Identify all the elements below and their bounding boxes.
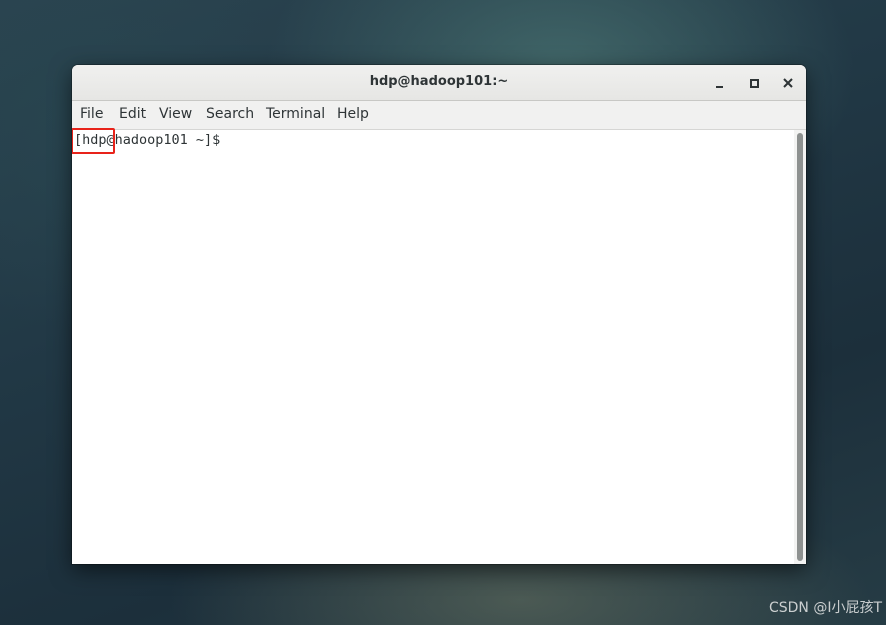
menu-help[interactable]: Help <box>337 106 369 122</box>
menu-edit[interactable]: Edit <box>119 106 146 122</box>
close-icon <box>783 78 793 88</box>
scrollbar[interactable] <box>794 130 806 564</box>
terminal-window: hdp@hadoop101:~ File Edit View Search Te… <box>72 65 806 564</box>
shell-prompt: [hdp@hadoop101 ~]$ <box>74 132 221 148</box>
menu-file[interactable]: File <box>80 106 103 122</box>
window-title: hdp@hadoop101:~ <box>369 74 509 89</box>
scrollbar-thumb[interactable] <box>797 133 803 561</box>
menu-search[interactable]: Search <box>206 106 254 122</box>
maximize-button[interactable] <box>744 73 764 93</box>
menu-terminal[interactable]: Terminal <box>266 106 325 122</box>
minimize-icon <box>716 86 723 88</box>
title-bar[interactable]: hdp@hadoop101:~ <box>72 65 806 101</box>
watermark: CSDN @I小屁孩T <box>768 600 882 616</box>
maximize-icon <box>750 79 759 88</box>
close-button[interactable] <box>778 73 798 93</box>
terminal-area[interactable]: [hdp@hadoop101 ~]$ <box>72 128 794 564</box>
menu-view[interactable]: View <box>159 106 192 122</box>
menu-bar: File Edit View Search Terminal Help <box>72 101 806 130</box>
minimize-button[interactable] <box>710 73 730 93</box>
